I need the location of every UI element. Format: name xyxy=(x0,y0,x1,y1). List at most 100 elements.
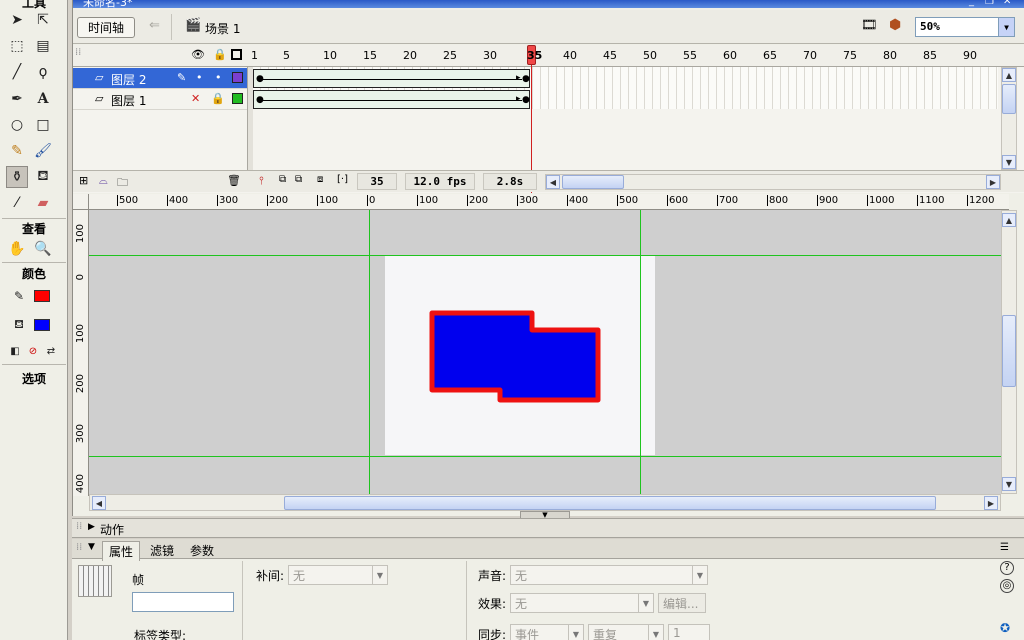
layer-outline-color[interactable] xyxy=(232,93,243,104)
lock-dot-icon[interactable]: • xyxy=(215,71,222,84)
grip-icon[interactable]: ⁞⁞ xyxy=(76,542,82,553)
paint-bucket-tool-icon[interactable]: ⛾ xyxy=(32,166,54,188)
brush-tool-icon[interactable]: 🖌 xyxy=(32,140,54,162)
line-tool-icon[interactable]: ╱ xyxy=(6,61,28,83)
rectangle-tool-icon[interactable]: □ xyxy=(32,114,54,136)
guide-line[interactable] xyxy=(640,210,641,494)
scroll-thumb[interactable] xyxy=(562,175,624,189)
scroll-left-icon[interactable]: ◀ xyxy=(546,175,560,189)
edit-scene-icon[interactable]: 🎞 xyxy=(861,18,878,33)
scroll-down-icon[interactable]: ▼ xyxy=(1002,155,1016,169)
lock-icon[interactable]: 🔒 xyxy=(213,48,227,61)
guide-line[interactable] xyxy=(369,210,370,494)
stroke-color-swatch[interactable] xyxy=(34,290,50,302)
lock-icon[interactable]: 🔒 xyxy=(211,92,225,105)
close-icon[interactable]: ✕ xyxy=(1003,0,1011,7)
tab-filters[interactable]: 滤镜 xyxy=(144,541,180,560)
actions-label[interactable]: 动作 xyxy=(100,521,124,538)
motion-tween-layer2[interactable]: ● ▸ ● xyxy=(253,69,530,88)
hidden-x-icon[interactable]: ✕ xyxy=(191,92,200,105)
accessibility-icon[interactable]: ◎ xyxy=(1000,579,1014,593)
panel-menu-icon[interactable]: ☰ xyxy=(1000,542,1009,553)
edit-symbols-icon[interactable]: ⬢ xyxy=(889,17,901,33)
grip-icon[interactable]: ⁞⁞ xyxy=(76,521,82,532)
layer-row[interactable]: ▱ 图层 1 ✕ 🔒 xyxy=(73,89,247,110)
tab-parameters[interactable]: 参数 xyxy=(184,541,220,560)
scroll-left-icon[interactable]: ◀ xyxy=(92,496,106,510)
sound-select[interactable]: 无 ▼ xyxy=(510,565,708,585)
scroll-right-icon[interactable]: ▶ xyxy=(986,175,1000,189)
hand-tool-icon[interactable]: ✋ xyxy=(6,238,28,260)
frame-rate-field[interactable]: 12.0 fps xyxy=(405,173,475,190)
free-transform-tool-icon[interactable]: ⬚ xyxy=(6,35,28,57)
edit-button[interactable]: 编辑... xyxy=(658,593,706,613)
swap-colors-icon[interactable]: ⇄ xyxy=(40,340,62,362)
minimize-icon[interactable]: _ xyxy=(969,0,974,7)
effect-select[interactable]: 无 ▼ xyxy=(510,593,654,613)
grip-icon[interactable]: ⁞⁞ xyxy=(75,47,81,58)
outline-icon[interactable] xyxy=(231,49,242,60)
eyedropper-tool-icon[interactable]: ⁄ xyxy=(6,192,28,214)
actions-panel-bar[interactable]: ⁞⁞ ▶ 动作 xyxy=(72,518,1024,538)
stage-vscrollbar[interactable]: ▲ ▼ xyxy=(1001,210,1017,494)
scroll-thumb[interactable] xyxy=(284,496,936,510)
restore-icon[interactable]: ❐ xyxy=(985,0,994,7)
sync-select[interactable]: 事件 ▼ xyxy=(510,624,584,640)
guide-line[interactable] xyxy=(89,255,1001,256)
gradient-transform-tool-icon[interactable]: ▤ xyxy=(32,35,54,57)
repeat-select[interactable]: 重复 ▼ xyxy=(588,624,664,640)
timeline-vscrollbar[interactable]: ▲ ▼ xyxy=(1001,67,1017,170)
current-frame-field[interactable]: 35 xyxy=(357,173,397,190)
tween-select[interactable]: 无 ▼ xyxy=(288,565,388,585)
expand-arrow-icon[interactable]: ▶ xyxy=(88,522,95,532)
add-guide-layer-icon[interactable]: ⌓ xyxy=(99,174,108,188)
edit-multiple-frames-icon[interactable]: ⧈ xyxy=(317,174,323,185)
timeline-hscrollbar[interactable]: ◀ ▶ xyxy=(545,174,1001,190)
trash-icon[interactable]: 🗑 xyxy=(227,174,241,187)
stage-shape-svg[interactable] xyxy=(89,210,1001,494)
selection-tool-icon[interactable]: ➤ xyxy=(6,9,28,31)
expand-properties-icon[interactable]: ✪ xyxy=(1000,621,1010,635)
help-icon[interactable]: ? xyxy=(1000,561,1014,575)
add-layer-icon[interactable]: ⊞ xyxy=(79,174,88,187)
stage-hscrollbar[interactable]: ◀ ▶ xyxy=(89,494,1001,511)
scroll-right-icon[interactable]: ▶ xyxy=(984,496,998,510)
visible-dot-icon[interactable]: • xyxy=(196,71,203,84)
pencil-tool-icon[interactable]: ✎ xyxy=(6,140,28,162)
guide-line[interactable] xyxy=(89,456,1001,457)
add-folder-icon[interactable]: 🗀 xyxy=(117,174,128,193)
tab-properties[interactable]: 属性 xyxy=(102,541,141,561)
fill-color-swatch[interactable] xyxy=(34,319,50,331)
back-arrow-icon[interactable]: ⇐ xyxy=(149,18,160,33)
elapsed-time-field[interactable]: 2.8s xyxy=(483,173,537,190)
eye-icon[interactable]: 👁 xyxy=(191,48,205,61)
lasso-tool-icon[interactable]: ϙ xyxy=(32,61,54,83)
scroll-thumb[interactable] xyxy=(1002,84,1016,114)
zoom-select[interactable]: 50% ▼ xyxy=(915,17,1015,37)
motion-tween-layer1[interactable]: ● ▸ ● xyxy=(253,90,530,109)
collapse-arrow-icon[interactable]: ▼ xyxy=(88,542,95,552)
text-tool-icon[interactable]: A xyxy=(32,88,54,110)
frame-name-input[interactable] xyxy=(132,592,234,612)
modify-markers-icon[interactable]: [·] xyxy=(337,174,348,185)
oval-tool-icon[interactable]: ○ xyxy=(6,114,28,136)
subselection-tool-icon[interactable]: ⇱ xyxy=(32,9,54,31)
center-frame-icon[interactable]: ⫯ xyxy=(259,174,264,188)
timeline-toggle-button[interactable]: 时间轴 xyxy=(77,17,135,38)
repeat-count-input[interactable]: 1 xyxy=(668,624,710,640)
scroll-thumb[interactable] xyxy=(1002,315,1016,387)
onion-outline-icon[interactable]: ⧉ xyxy=(295,174,302,185)
scroll-up-icon[interactable]: ▲ xyxy=(1002,68,1016,82)
layer-row[interactable]: ▱ 图层 2 ✎ • • xyxy=(73,68,247,89)
scroll-up-icon[interactable]: ▲ xyxy=(1002,213,1016,227)
onion-skin-icon[interactable]: ⧉ xyxy=(279,174,286,185)
work-area[interactable] xyxy=(89,210,1001,494)
pen-tool-icon[interactable]: ✒ xyxy=(6,88,28,110)
layer-outline-color[interactable] xyxy=(232,72,243,83)
scene-label[interactable]: 场景 1 xyxy=(205,20,240,37)
scroll-down-icon[interactable]: ▼ xyxy=(1002,477,1016,491)
eraser-tool-icon[interactable]: ▰ xyxy=(32,192,54,214)
vertical-ruler: 100 0 100 200 300 400 xyxy=(73,210,89,496)
ink-bottle-tool-icon[interactable]: ⚱ xyxy=(6,166,28,188)
zoom-tool-icon[interactable]: 🔍 xyxy=(32,238,54,260)
